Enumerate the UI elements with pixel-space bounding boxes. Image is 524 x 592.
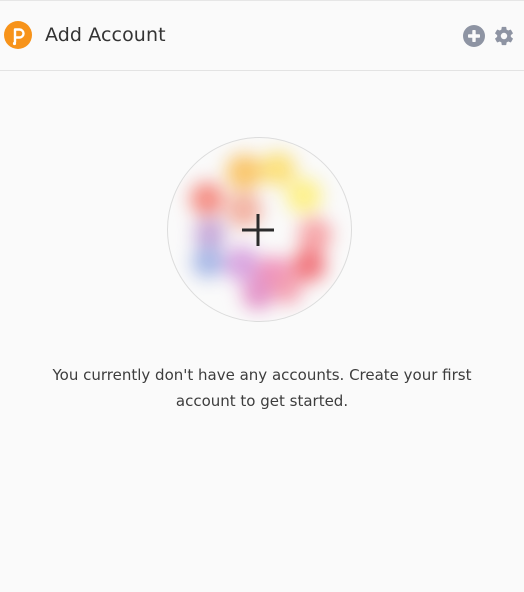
gear-icon [495,26,513,46]
empty-state-message: You currently don't have any accounts. C… [52,366,472,410]
plus-icon [242,214,274,246]
settings-button[interactable] [493,25,515,47]
plus-circle-icon [463,25,485,47]
add-account-button[interactable] [463,25,485,47]
polkadot-logo-icon [4,21,32,49]
create-account-avatar-button[interactable] [167,137,352,322]
header-bar: Add Account [0,1,524,71]
page-title: Add Account [45,24,166,46]
